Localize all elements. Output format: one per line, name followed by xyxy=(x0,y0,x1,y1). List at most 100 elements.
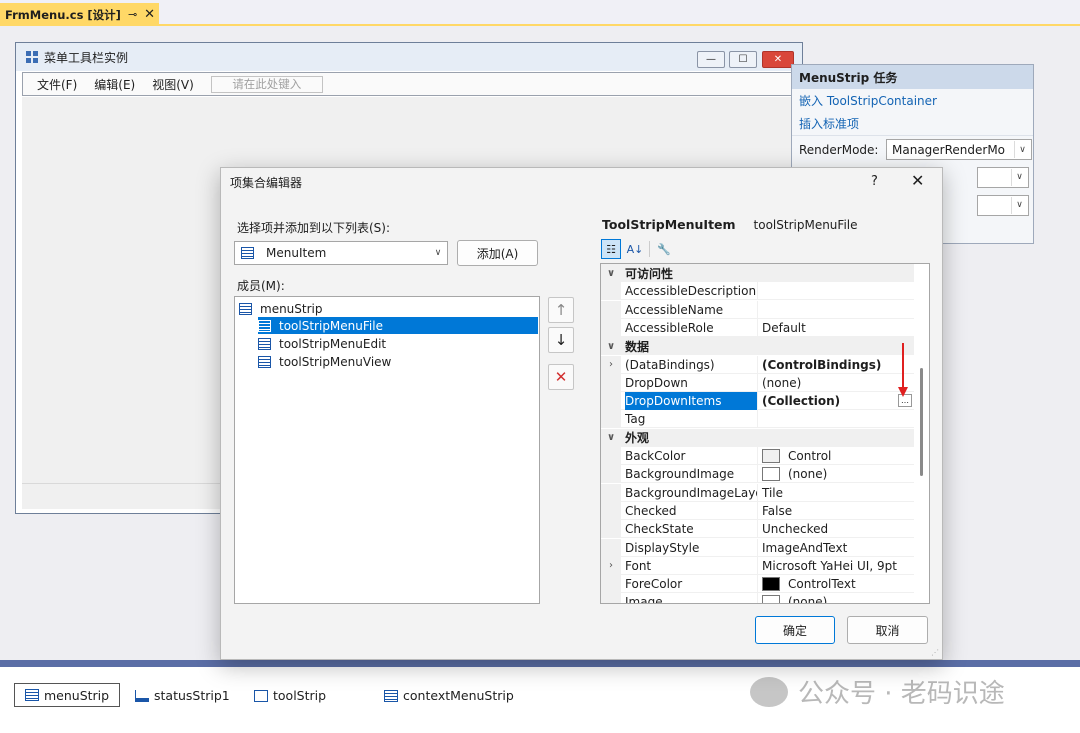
property-category[interactable]: ∨ 外观 xyxy=(601,428,914,447)
insert-standard-items-link[interactable]: 插入标准项 xyxy=(792,112,1033,135)
tray-label: toolStrip xyxy=(273,688,327,703)
render-mode-combo[interactable]: ManagerRenderMo ∨ xyxy=(886,139,1032,160)
property-row[interactable]: CheckState Unchecked xyxy=(601,520,914,539)
property-value[interactable] xyxy=(757,410,914,429)
tray-item-statusstrip[interactable]: statusStrip1 xyxy=(135,688,230,703)
property-value[interactable]: (none) xyxy=(757,593,914,603)
property-grid[interactable]: ∨ 可访问性 AccessibleDescription AccessibleName… xyxy=(600,263,930,604)
property-row[interactable]: DropDownItems (Collection)… xyxy=(601,392,914,411)
property-value[interactable]: (Collection)… xyxy=(757,392,914,411)
row-gutter xyxy=(601,575,621,594)
property-row[interactable]: › (DataBindings) (ControlBindings) xyxy=(601,355,914,374)
color-swatch xyxy=(762,595,780,603)
menu-strip[interactable]: 文件(F) 编辑(E) 视图(V) 请在此处键入 xyxy=(22,72,797,96)
property-value[interactable]: (none) xyxy=(757,465,914,484)
property-grid-scrollbar[interactable] xyxy=(914,264,929,603)
members-list[interactable]: menuStrip toolStripMenuFile toolStripMen… xyxy=(234,296,540,604)
tray-item-contextmenustrip[interactable]: contextMenuStrip xyxy=(384,688,514,703)
property-value[interactable]: Unchecked xyxy=(757,520,914,539)
property-row[interactable]: BackColor Control xyxy=(601,447,914,465)
property-value-text: (Collection) xyxy=(762,394,841,409)
menu-edit[interactable]: 编辑(E) xyxy=(94,76,135,93)
toolbar-separator xyxy=(649,241,650,257)
menuitem-icon xyxy=(241,247,254,259)
move-up-button[interactable]: ↑ xyxy=(548,297,574,323)
resize-grip-icon[interactable]: ⋰ xyxy=(931,648,939,657)
member-item-file[interactable]: toolStripMenuFile xyxy=(258,317,538,334)
member-label: menuStrip xyxy=(260,301,323,316)
tray-item-menustrip[interactable]: menuStrip xyxy=(14,683,121,707)
render-mode-label: RenderMode: xyxy=(799,142,879,157)
document-tab[interactable]: FrmMenu.cs [设计] ⊸ ✕ xyxy=(0,3,159,26)
collapse-chevron-icon[interactable]: ∨ xyxy=(601,337,621,356)
cancel-button[interactable]: 取消 xyxy=(847,616,928,644)
row-gutter xyxy=(601,501,621,520)
property-name: CheckState xyxy=(625,522,694,537)
property-name: Tag xyxy=(625,412,646,427)
delete-button[interactable]: ✕ xyxy=(548,364,574,390)
property-name: 外观 xyxy=(625,431,650,446)
add-button[interactable]: 添加(A) xyxy=(457,240,538,266)
type-here-box[interactable]: 请在此处键入 xyxy=(210,75,323,93)
embed-container-link[interactable]: 嵌入 ToolStripContainer xyxy=(792,89,1033,112)
menu-file[interactable]: 文件(F) xyxy=(37,76,77,93)
property-category[interactable]: ∨ 可访问性 xyxy=(601,264,914,282)
maximize-button[interactable]: ☐ xyxy=(729,51,757,68)
property-row[interactable]: Checked False xyxy=(601,501,914,520)
ok-button[interactable]: 确定 xyxy=(755,616,835,644)
property-row[interactable]: BackgroundImageLayout Tile xyxy=(601,483,914,502)
tray-item-toolstrip[interactable]: toolStrip xyxy=(254,688,326,703)
property-row[interactable]: BackgroundImage (none) xyxy=(601,465,914,484)
minimize-button[interactable]: — xyxy=(697,51,725,68)
property-category[interactable]: ∨ 数据 xyxy=(601,337,914,356)
categorized-icon[interactable]: ☷ xyxy=(601,239,621,259)
dock-combo[interactable]: ∨ xyxy=(977,166,1029,188)
property-name: (DataBindings) xyxy=(625,357,715,372)
tasks-header: MenuStrip 任务 xyxy=(792,65,1033,89)
expand-chevron-icon[interactable]: › xyxy=(601,355,621,374)
property-value[interactable]: Microsoft YaHei UI, 9pt xyxy=(757,556,914,575)
property-value[interactable]: ImageAndText xyxy=(757,538,914,557)
collapse-chevron-icon[interactable]: ∨ xyxy=(601,428,621,447)
move-down-button[interactable]: ↓ xyxy=(548,327,574,353)
alphabetical-icon[interactable]: A↓ xyxy=(625,239,645,259)
property-row[interactable]: AccessibleDescription xyxy=(601,282,914,301)
collapse-chevron-icon[interactable]: ∨ xyxy=(601,264,621,282)
watermark-text: 公众号 · 老码识途 xyxy=(798,679,1005,709)
property-row[interactable]: AccessibleRole Default xyxy=(601,318,914,337)
close-button[interactable]: ✕ xyxy=(762,51,794,68)
property-row[interactable]: DisplayStyle ImageAndText xyxy=(601,538,914,557)
member-item-menustrip[interactable]: menuStrip xyxy=(239,300,323,317)
property-pages-icon[interactable]: 🔧 xyxy=(654,239,674,259)
property-row[interactable]: › Font Microsoft YaHei UI, 9pt xyxy=(601,556,914,575)
property-value[interactable]: Default xyxy=(757,318,914,337)
dialog-close-button[interactable]: ✕ xyxy=(911,171,924,190)
menu-view[interactable]: 视图(V) xyxy=(152,76,194,93)
property-value[interactable] xyxy=(757,300,914,319)
property-value[interactable]: Tile xyxy=(757,483,914,502)
property-value-text: Microsoft YaHei UI, 9pt xyxy=(762,558,897,573)
property-row[interactable]: Image (none) xyxy=(601,593,914,603)
property-row[interactable]: DropDown (none) xyxy=(601,373,914,392)
item-type-combo[interactable]: MenuItem ∨ xyxy=(234,241,448,265)
property-name: 数据 xyxy=(625,339,650,354)
property-value[interactable]: ControlText xyxy=(757,575,914,594)
property-value[interactable]: (none) xyxy=(757,373,914,392)
pin-icon[interactable]: ⊸ xyxy=(128,8,137,21)
member-item-edit[interactable]: toolStripMenuEdit xyxy=(258,335,386,352)
close-tab-icon[interactable]: ✕ xyxy=(144,7,155,22)
selected-object-type: ToolStripMenuItem xyxy=(602,217,736,232)
expand-chevron-icon[interactable]: › xyxy=(601,556,621,575)
property-row[interactable]: AccessibleName xyxy=(601,300,914,319)
property-row[interactable]: ForeColor ControlText xyxy=(601,575,914,594)
select-item-label: 选择项并添加到以下列表(S): xyxy=(237,221,391,235)
property-row[interactable]: Tag xyxy=(601,410,914,429)
property-value[interactable]: False xyxy=(757,501,914,520)
property-value[interactable] xyxy=(757,282,914,301)
property-value[interactable]: Control xyxy=(757,447,914,465)
scrollbar-thumb[interactable] xyxy=(920,368,923,476)
help-button[interactable]: ? xyxy=(871,174,878,189)
member-item-view[interactable]: toolStripMenuView xyxy=(258,353,391,370)
property-value[interactable]: (ControlBindings) xyxy=(757,355,914,374)
grip-style-combo[interactable]: ∨ xyxy=(977,194,1029,216)
